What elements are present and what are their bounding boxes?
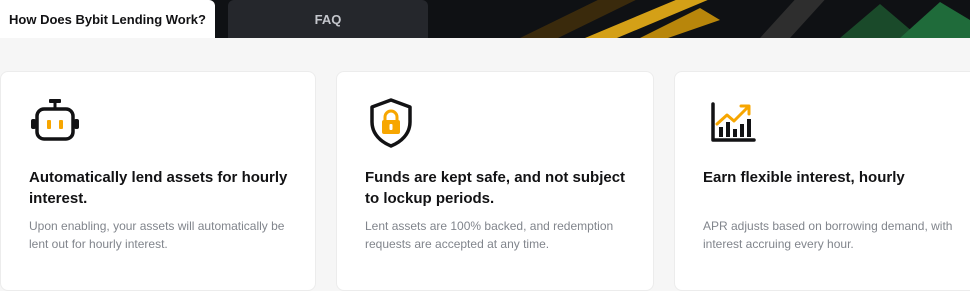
tab-how-lending-works[interactable]: How Does Bybit Lending Work?	[0, 0, 215, 38]
feature-description: Lent assets are 100% backed, and redempt…	[365, 219, 614, 251]
feature-description: APR adjusts based on borrowing demand, w…	[703, 219, 953, 251]
features-section: Automatically lend assets for hourly int…	[0, 38, 970, 291]
robot-icon	[28, 96, 82, 150]
feature-card-auto-lend: Automatically lend assets for hourly int…	[0, 71, 316, 291]
feature-title: Funds are kept safe, and not subject to …	[365, 169, 626, 207]
feature-title: Earn flexible interest, hourly	[703, 169, 905, 186]
feature-card-funds-safe: Funds are kept safe, and not subject to …	[336, 71, 654, 291]
shield-lock-icon	[364, 96, 418, 150]
growth-chart-icon	[702, 96, 756, 150]
feature-card-flexible-interest: Earn flexible interest, hourly APR adjus…	[674, 71, 970, 291]
tab-faq[interactable]: FAQ	[228, 0, 428, 38]
feature-title: Automatically lend assets for hourly int…	[29, 169, 288, 207]
top-tab-bar: How Does Bybit Lending Work? FAQ	[0, 0, 970, 38]
feature-description: Upon enabling, your assets will automati…	[29, 219, 285, 251]
